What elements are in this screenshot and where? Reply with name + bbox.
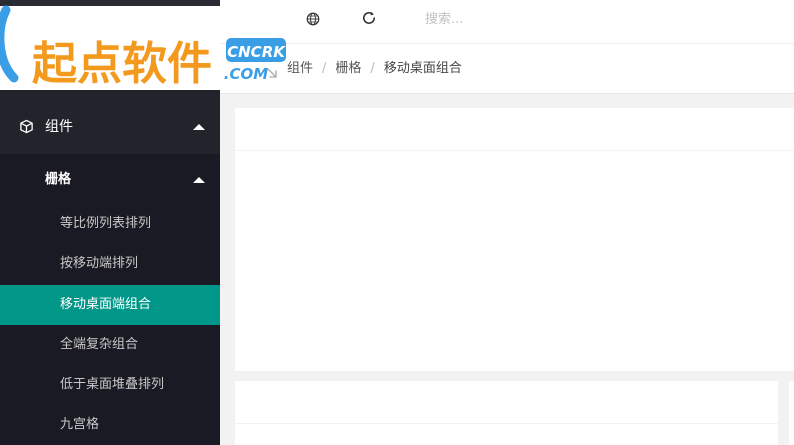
breadcrumb-separator: / <box>322 61 327 76</box>
content-card <box>789 381 794 445</box>
breadcrumb-item-current: 移动桌面组合 <box>383 61 462 76</box>
sidebar-group-label: 组件 <box>45 119 73 135</box>
sidebar-item-nine-grid[interactable]: 九宫格 <box>0 405 220 445</box>
sidebar-sub-label: 栅格 <box>45 172 72 187</box>
sidebar-item-label: 低于桌面堆叠排列 <box>60 377 165 392</box>
refresh-icon[interactable] <box>361 10 377 30</box>
caret-up-icon <box>193 124 205 130</box>
logo: 起点软件 CNCRK .COM <box>0 5 286 91</box>
logo-text: 起点软件 <box>32 37 212 90</box>
breadcrumb-item-grid[interactable]: 栅格 <box>335 61 361 76</box>
sidebar-item-mobile-desktop[interactable]: 移动桌面端组合 <box>0 285 220 325</box>
card-header <box>235 108 794 151</box>
globe-icon[interactable] <box>306 11 320 30</box>
card-header <box>235 381 778 424</box>
logo-badge-line1: CNCRK <box>227 43 286 61</box>
breadcrumb: 组件 / 栅格 / 移动桌面组合 <box>287 61 462 77</box>
sidebar-group-components[interactable]: 组件 <box>0 90 220 154</box>
top-header <box>220 0 794 44</box>
sidebar-item-label: 按移动端排列 <box>60 256 139 271</box>
search-input[interactable] <box>425 8 625 30</box>
sidebar-item-label: 九宫格 <box>60 417 100 432</box>
logo-badge-line2: .COM <box>224 65 268 83</box>
sidebar-item-all-devices[interactable]: 全端复杂组合 <box>0 325 220 365</box>
sidebar-sub-grid[interactable]: 栅格 <box>0 154 220 204</box>
sidebar-item-mobile[interactable]: 按移动端排列 <box>0 244 220 284</box>
content-card <box>235 108 794 371</box>
sidebar-item-label: 全端复杂组合 <box>60 337 139 352</box>
breadcrumb-separator: / <box>370 61 375 76</box>
cube-icon <box>19 119 34 138</box>
logo-swoosh <box>0 5 19 83</box>
sidebar-item-stacked[interactable]: 低于桌面堆叠排列 <box>0 365 220 405</box>
sidebar-item-label: 移动桌面端组合 <box>60 297 152 312</box>
breadcrumb-bar: 组件 / 栅格 / 移动桌面组合 <box>220 44 794 94</box>
sidebar-item-equal-ratio[interactable]: 等比例列表排列 <box>0 204 220 244</box>
content-card <box>235 381 778 445</box>
caret-up-icon <box>193 177 205 183</box>
sidebar-item-label: 等比例列表排列 <box>60 216 152 231</box>
